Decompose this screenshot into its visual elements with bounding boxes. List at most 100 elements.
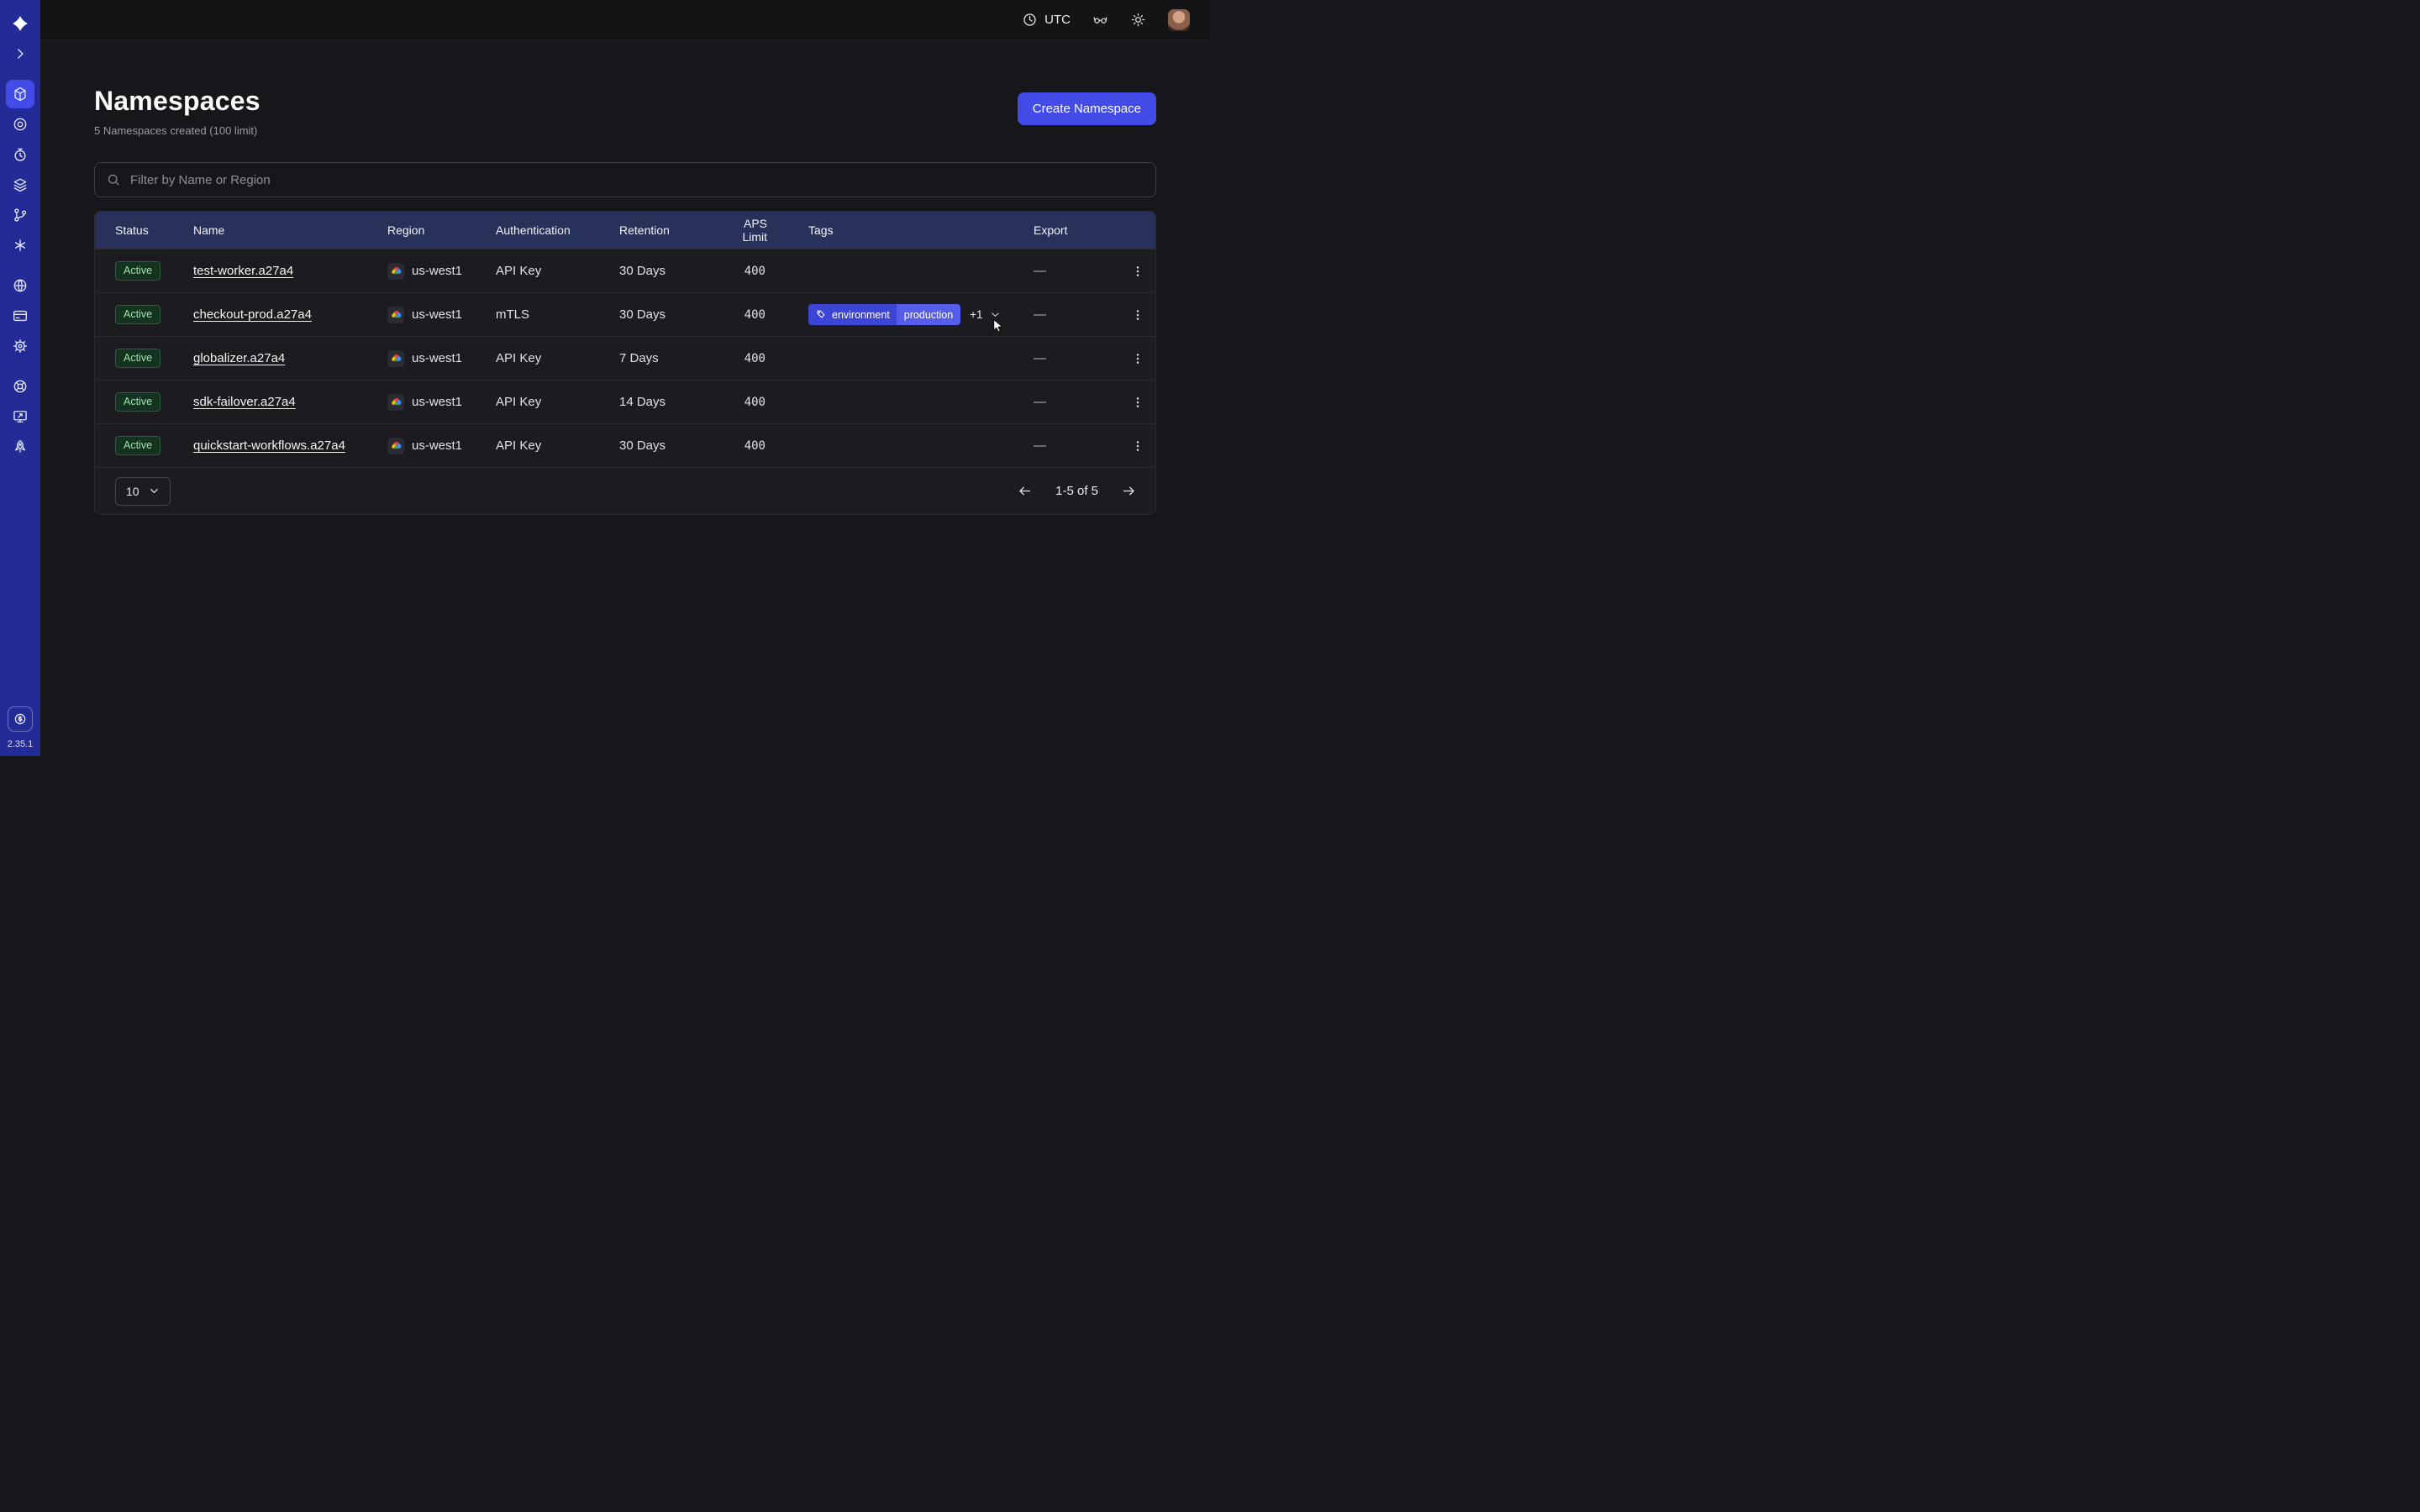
sidebar-expand-button[interactable] xyxy=(6,39,34,68)
create-namespace-button[interactable]: Create Namespace xyxy=(1018,92,1156,125)
sidebar-item-batch-operations[interactable] xyxy=(6,231,34,260)
timer-icon xyxy=(12,146,29,163)
sidebar-item-deployments[interactable] xyxy=(6,171,34,199)
col-aps-limit: APS Limit xyxy=(716,217,767,244)
sidebar-item-docs[interactable] xyxy=(6,402,34,431)
region-label: us-west1 xyxy=(412,438,462,453)
topbar: UTC xyxy=(40,0,1210,40)
gcp-logo-icon xyxy=(387,307,404,323)
timezone-selector[interactable]: UTC xyxy=(1022,12,1071,28)
tag-chip[interactable]: environment production xyxy=(808,304,960,325)
namespace-count: 5 Namespaces created (100 limit) xyxy=(94,124,260,137)
sun-icon xyxy=(1130,12,1146,28)
filter-bar xyxy=(94,162,1156,197)
filter-input[interactable] xyxy=(130,173,1144,187)
namespace-link[interactable]: test-worker.a27a4 xyxy=(193,264,293,278)
sidebar: 2.35.1 xyxy=(0,0,40,756)
col-retention: Retention xyxy=(619,223,716,237)
chevron-down-icon xyxy=(149,486,160,496)
table-row: Active checkout-prod.a27a4 us-west1 mTLS… xyxy=(95,292,1155,336)
tag-value-label: production xyxy=(897,304,960,325)
cube-icon xyxy=(12,86,29,102)
sidebar-item-schedules[interactable] xyxy=(6,140,34,169)
glasses-icon xyxy=(1092,12,1108,28)
col-region: Region xyxy=(387,223,496,237)
gcp-logo-icon xyxy=(387,263,404,280)
branch-icon xyxy=(12,207,29,223)
credit-card-icon xyxy=(12,307,29,324)
temporal-logo[interactable] xyxy=(6,9,34,38)
row-actions-menu[interactable] xyxy=(1127,260,1149,282)
monitor-arrow-icon xyxy=(12,408,29,425)
asterisk-icon xyxy=(12,237,29,254)
auth-method: API Key xyxy=(496,438,619,453)
arrow-left-icon xyxy=(1017,483,1033,499)
export-value: — xyxy=(1034,438,1120,453)
region-label: us-west1 xyxy=(412,264,462,278)
rocket-icon xyxy=(12,438,29,455)
sidebar-item-cloud[interactable] xyxy=(6,271,34,300)
namespaces-table: Status Name Region Authentication Retent… xyxy=(94,211,1156,515)
page-size-select[interactable]: 10 xyxy=(115,477,171,506)
more-tags-count[interactable]: +1 xyxy=(970,308,982,321)
sidebar-item-namespaces[interactable] xyxy=(6,80,34,108)
row-actions-menu[interactable] xyxy=(1127,348,1149,370)
row-actions-menu[interactable] xyxy=(1127,435,1149,457)
namespace-link[interactable]: quickstart-workflows.a27a4 xyxy=(193,438,345,453)
theme-toggle-button[interactable] xyxy=(1130,12,1146,28)
row-actions-menu[interactable] xyxy=(1127,391,1149,413)
retention-value: 30 Days xyxy=(619,307,716,322)
dollar-circle-icon xyxy=(13,711,28,727)
retention-value: 14 Days xyxy=(619,395,716,409)
retention-value: 30 Days xyxy=(619,264,716,278)
codec-glasses-button[interactable] xyxy=(1092,12,1108,28)
globe-icon xyxy=(12,277,29,294)
aps-limit-value: 400 xyxy=(716,352,767,365)
tag-key-label: environment xyxy=(832,309,890,321)
page-title: Namespaces xyxy=(94,86,260,117)
export-value: — xyxy=(1034,395,1120,409)
usage-button[interactable] xyxy=(8,706,33,732)
namespace-link[interactable]: globalizer.a27a4 xyxy=(193,351,285,365)
retention-value: 7 Days xyxy=(619,351,716,365)
auth-method: API Key xyxy=(496,351,619,365)
gear-icon xyxy=(12,338,29,354)
sidebar-item-settings[interactable] xyxy=(6,332,34,360)
aps-limit-value: 400 xyxy=(716,439,767,453)
layers-icon xyxy=(12,176,29,193)
auth-method: mTLS xyxy=(496,307,619,322)
next-page-button[interactable] xyxy=(1121,483,1137,499)
row-actions-menu[interactable] xyxy=(1127,304,1149,326)
region-label: us-west1 xyxy=(412,351,462,365)
table-row: Active test-worker.a27a4 us-west1 API Ke… xyxy=(95,249,1155,292)
status-badge: Active xyxy=(115,305,160,324)
table-row: Active globalizer.a27a4 us-west1 API Key… xyxy=(95,336,1155,380)
sidebar-item-billing[interactable] xyxy=(6,302,34,330)
sidebar-item-support[interactable] xyxy=(6,372,34,401)
namespace-link[interactable]: sdk-failover.a27a4 xyxy=(193,395,296,409)
user-avatar[interactable] xyxy=(1168,9,1190,31)
export-value: — xyxy=(1034,351,1120,365)
region-label: us-west1 xyxy=(412,307,462,322)
sidebar-item-whats-new[interactable] xyxy=(6,433,34,461)
tag-icon xyxy=(816,309,827,320)
aps-limit-value: 400 xyxy=(716,308,767,322)
region-label: us-west1 xyxy=(412,395,462,409)
sidebar-item-task-queues[interactable] xyxy=(6,201,34,229)
namespace-link[interactable]: checkout-prod.a27a4 xyxy=(193,307,312,322)
export-value: — xyxy=(1034,264,1120,278)
expand-tags-button[interactable] xyxy=(989,308,1002,321)
col-export: Export xyxy=(1034,223,1120,237)
previous-page-button[interactable] xyxy=(1017,483,1033,499)
export-value: — xyxy=(1034,307,1120,322)
gcp-logo-icon xyxy=(387,350,404,367)
auth-method: API Key xyxy=(496,264,619,278)
auth-method: API Key xyxy=(496,395,619,409)
chevron-down-icon xyxy=(989,308,1002,321)
status-badge: Active xyxy=(115,392,160,412)
search-icon xyxy=(106,172,121,187)
table-row: Active quickstart-workflows.a27a4 us-wes… xyxy=(95,423,1155,467)
status-badge: Active xyxy=(115,261,160,281)
sidebar-item-nexus[interactable] xyxy=(6,110,34,139)
table-footer: 10 1-5 of 5 xyxy=(95,467,1155,514)
